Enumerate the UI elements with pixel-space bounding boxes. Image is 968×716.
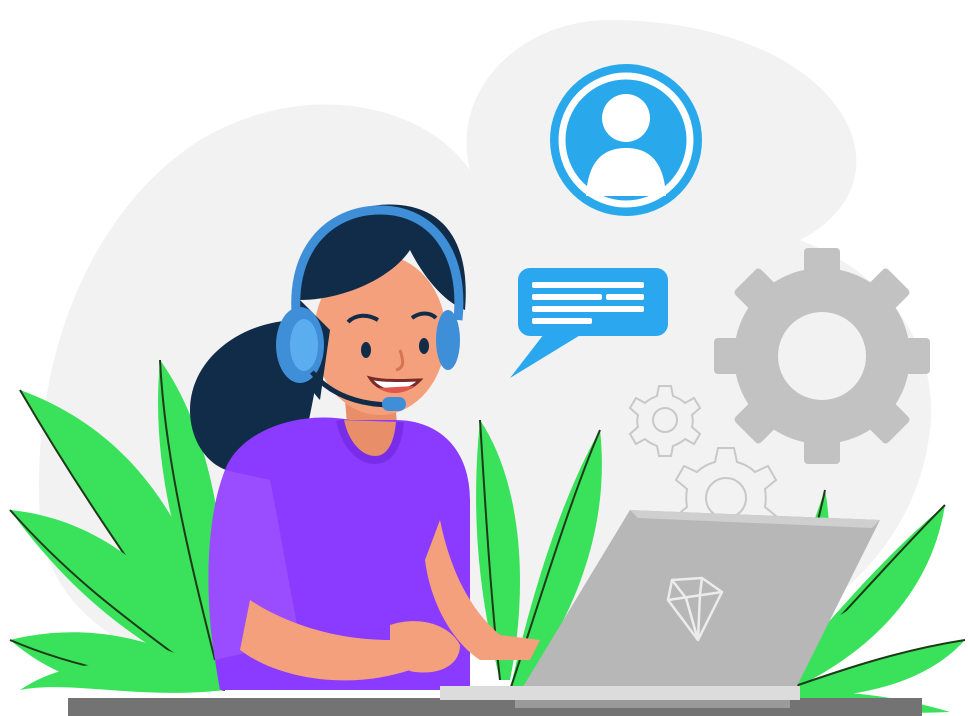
support-agent-illustration (9, 20, 966, 716)
large-gear-icon (714, 248, 930, 464)
desk (68, 698, 922, 716)
user-avatar-icon (550, 64, 702, 216)
